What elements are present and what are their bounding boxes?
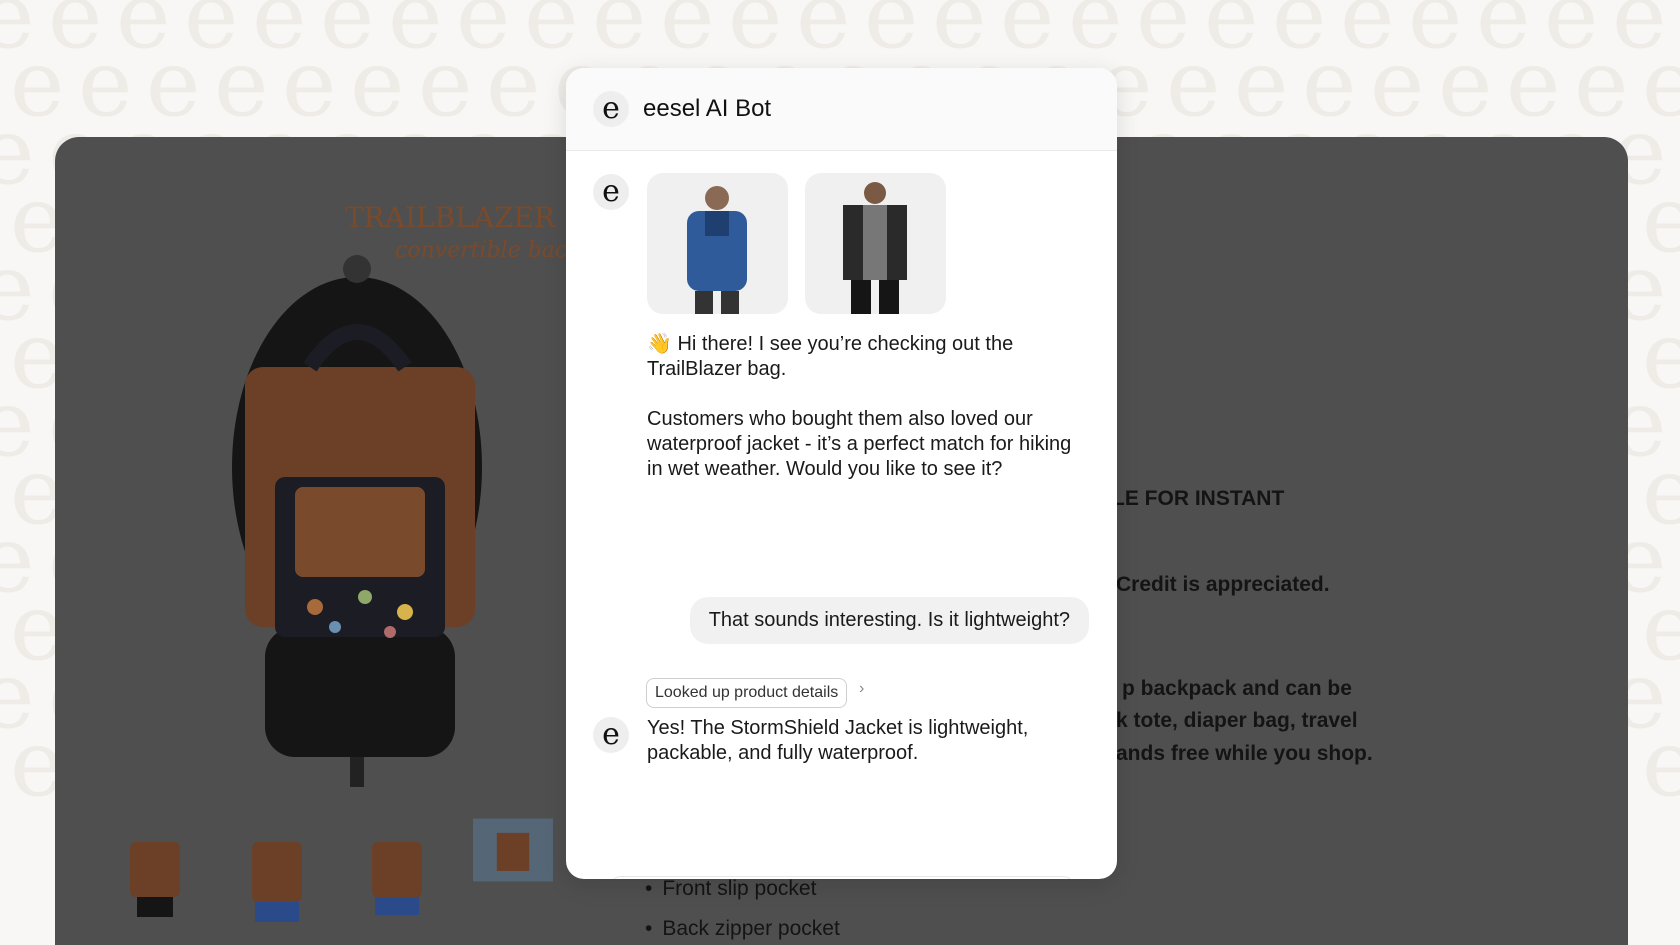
bot-message-answer: Yes! The StormShield Jacket is lightweig…: [647, 717, 1029, 764]
description-fragment-2: Credit is appreciated.: [1116, 573, 1330, 596]
thumbnail-2[interactable]: [237, 817, 317, 927]
description-fragment-5: ands free while you shop.: [1116, 742, 1373, 765]
chevron-right-icon[interactable]: ›: [859, 680, 864, 698]
brand-subtitle: convertible backpack: [395, 238, 575, 263]
description-fragment-3: p backpack and can be: [1122, 677, 1352, 700]
blue-jacket-image: [687, 186, 747, 314]
chat-header: e eesel AI Bot: [566, 68, 1117, 151]
grey-jacket-image: [843, 182, 907, 314]
thumbnail-3[interactable]: [357, 817, 437, 927]
product-card-grey-jacket[interactable]: [805, 173, 946, 314]
bot-avatar-icon: e: [593, 717, 629, 753]
feature-bullet-1: Front slip pocket: [645, 877, 816, 901]
message-composer: [609, 876, 1075, 879]
feature-bullet-2: Back zipper pocket: [645, 917, 839, 941]
chat-title: eesel AI Bot: [643, 95, 772, 122]
bot-avatar-icon: e: [593, 91, 629, 127]
backpack-product-image: TRAILBLAZER convertible backpack: [232, 201, 575, 787]
brand-title: TRAILBLAZER: [345, 201, 556, 234]
user-message: That sounds interesting. Is it lightweig…: [689, 597, 1089, 644]
bot-message-greeting: 👋 Hi there! I see you’re checking out th…: [647, 333, 1014, 380]
tool-call-chip[interactable]: Looked up product details: [646, 678, 848, 708]
thumbnail-4[interactable]: [473, 817, 553, 883]
description-fragment-4: k tote, diaper bag, travel: [1116, 709, 1358, 732]
chat-widget: e eesel AI Bot e 👋 Hi there! I see you’r…: [566, 68, 1117, 879]
thumbnail-1[interactable]: [115, 817, 195, 927]
product-card-blue-jacket[interactable]: [647, 173, 788, 314]
bot-avatar-icon: e: [593, 174, 629, 210]
description-fragment-1: LE FOR INSTANT: [1112, 487, 1285, 510]
pattern-glyph: e: [1642, 710, 1680, 817]
bot-message-recommendation: Customers who bought them also loved our…: [647, 408, 1072, 480]
